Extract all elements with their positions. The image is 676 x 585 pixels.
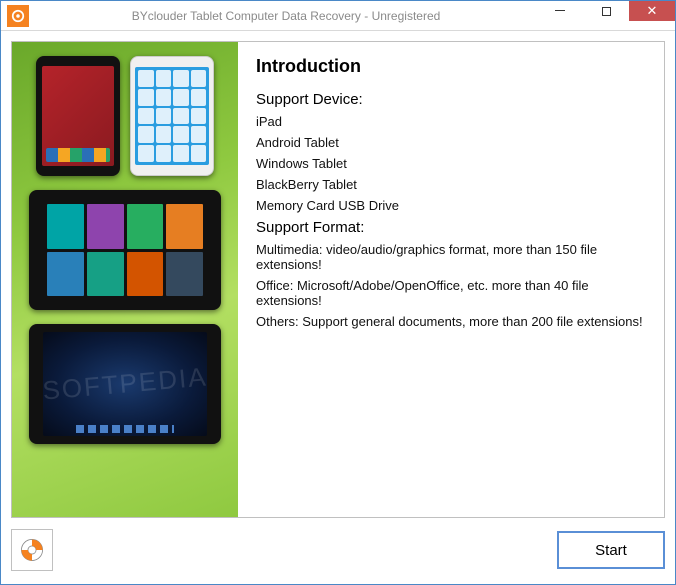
tablet-row-1	[36, 56, 214, 176]
minimize-button[interactable]	[537, 1, 583, 21]
window-title: BYclouder Tablet Computer Data Recovery …	[35, 9, 537, 23]
device-item: Memory Card USB Drive	[256, 198, 646, 213]
device-item: iPad	[256, 114, 646, 129]
titlebar[interactable]: BYclouder Tablet Computer Data Recovery …	[1, 1, 675, 31]
window-controls: ✕	[537, 1, 675, 30]
app-icon	[7, 5, 29, 27]
intro-panel: Introduction Support Device: iPad Androi…	[238, 42, 664, 517]
device-item: Windows Tablet	[256, 156, 646, 171]
android-tablet-graphic: SOFTPEDIA	[29, 324, 221, 444]
help-button[interactable]	[11, 529, 53, 571]
maximize-icon	[602, 7, 611, 16]
kindle-tablet-graphic	[36, 56, 120, 176]
close-icon: ✕	[647, 3, 658, 19]
content-area: SOFTPEDIA Introduction Support Device: i…	[1, 31, 675, 584]
lifebuoy-icon	[19, 537, 45, 563]
device-item: Android Tablet	[256, 135, 646, 150]
minimize-icon	[555, 10, 565, 11]
formats-heading: Support Format:	[256, 219, 646, 236]
sidebar-illustration: SOFTPEDIA	[12, 42, 238, 517]
format-item: Office: Microsoft/Adobe/OpenOffice, etc.…	[256, 278, 646, 308]
format-item: Multimedia: video/audio/graphics format,…	[256, 242, 646, 272]
device-item: BlackBerry Tablet	[256, 177, 646, 192]
windows-tablet-graphic	[29, 190, 221, 310]
devices-heading: Support Device:	[256, 91, 646, 108]
close-button[interactable]: ✕	[629, 1, 675, 21]
bottom-bar: Start	[11, 526, 665, 574]
main-panel: SOFTPEDIA Introduction Support Device: i…	[11, 41, 665, 518]
app-window: BYclouder Tablet Computer Data Recovery …	[0, 0, 676, 585]
start-button[interactable]: Start	[557, 531, 665, 569]
format-item: Others: Support general documents, more …	[256, 314, 646, 329]
intro-heading: Introduction	[256, 56, 646, 77]
maximize-button[interactable]	[583, 1, 629, 21]
ipad-tablet-graphic	[130, 56, 214, 176]
